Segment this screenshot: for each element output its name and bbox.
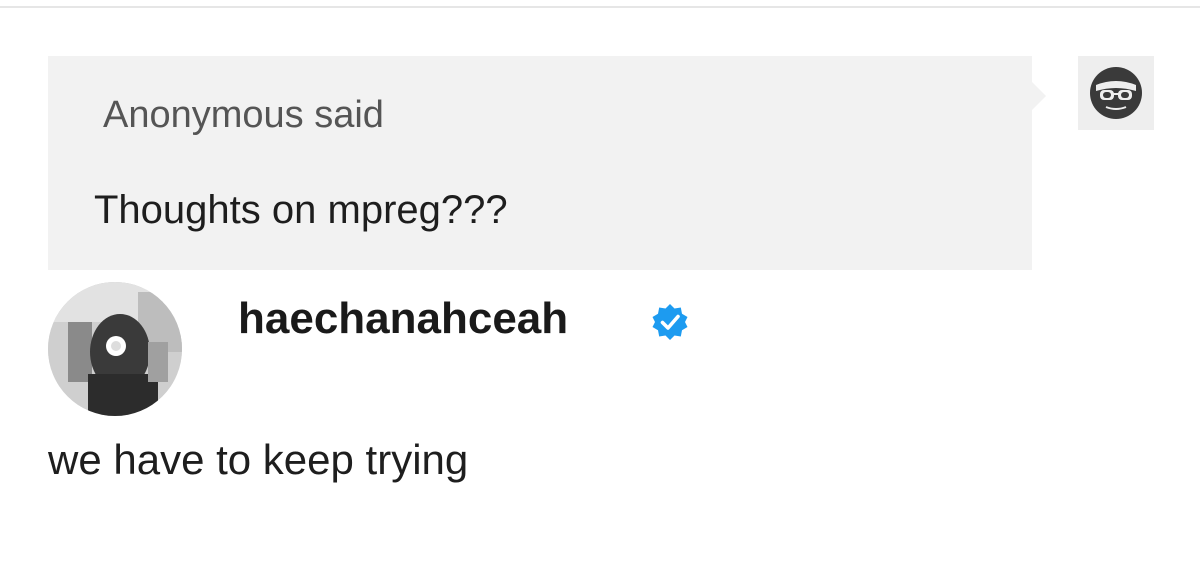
question-text: Thoughts on mpreg??? <box>94 188 508 232</box>
anonymous-sunglasses-icon <box>1090 67 1142 119</box>
top-divider <box>0 6 1200 8</box>
answerer-username[interactable]: haechanahceah <box>238 294 568 344</box>
ask-bubble: Anonymous said Thoughts on mpreg??? <box>48 56 1032 270</box>
anonymous-avatar[interactable] <box>1078 56 1154 130</box>
answerer-avatar[interactable] <box>48 282 182 416</box>
asker-line: Anonymous said <box>103 94 384 137</box>
asker-name[interactable]: Anonymous <box>103 94 304 136</box>
verified-badge-icon <box>652 304 688 340</box>
ask-bubble-tail <box>1032 82 1046 110</box>
user-avatar-photo <box>48 282 182 416</box>
answer-text: we have to keep trying <box>48 436 469 483</box>
asker-said-label: said <box>303 94 384 136</box>
